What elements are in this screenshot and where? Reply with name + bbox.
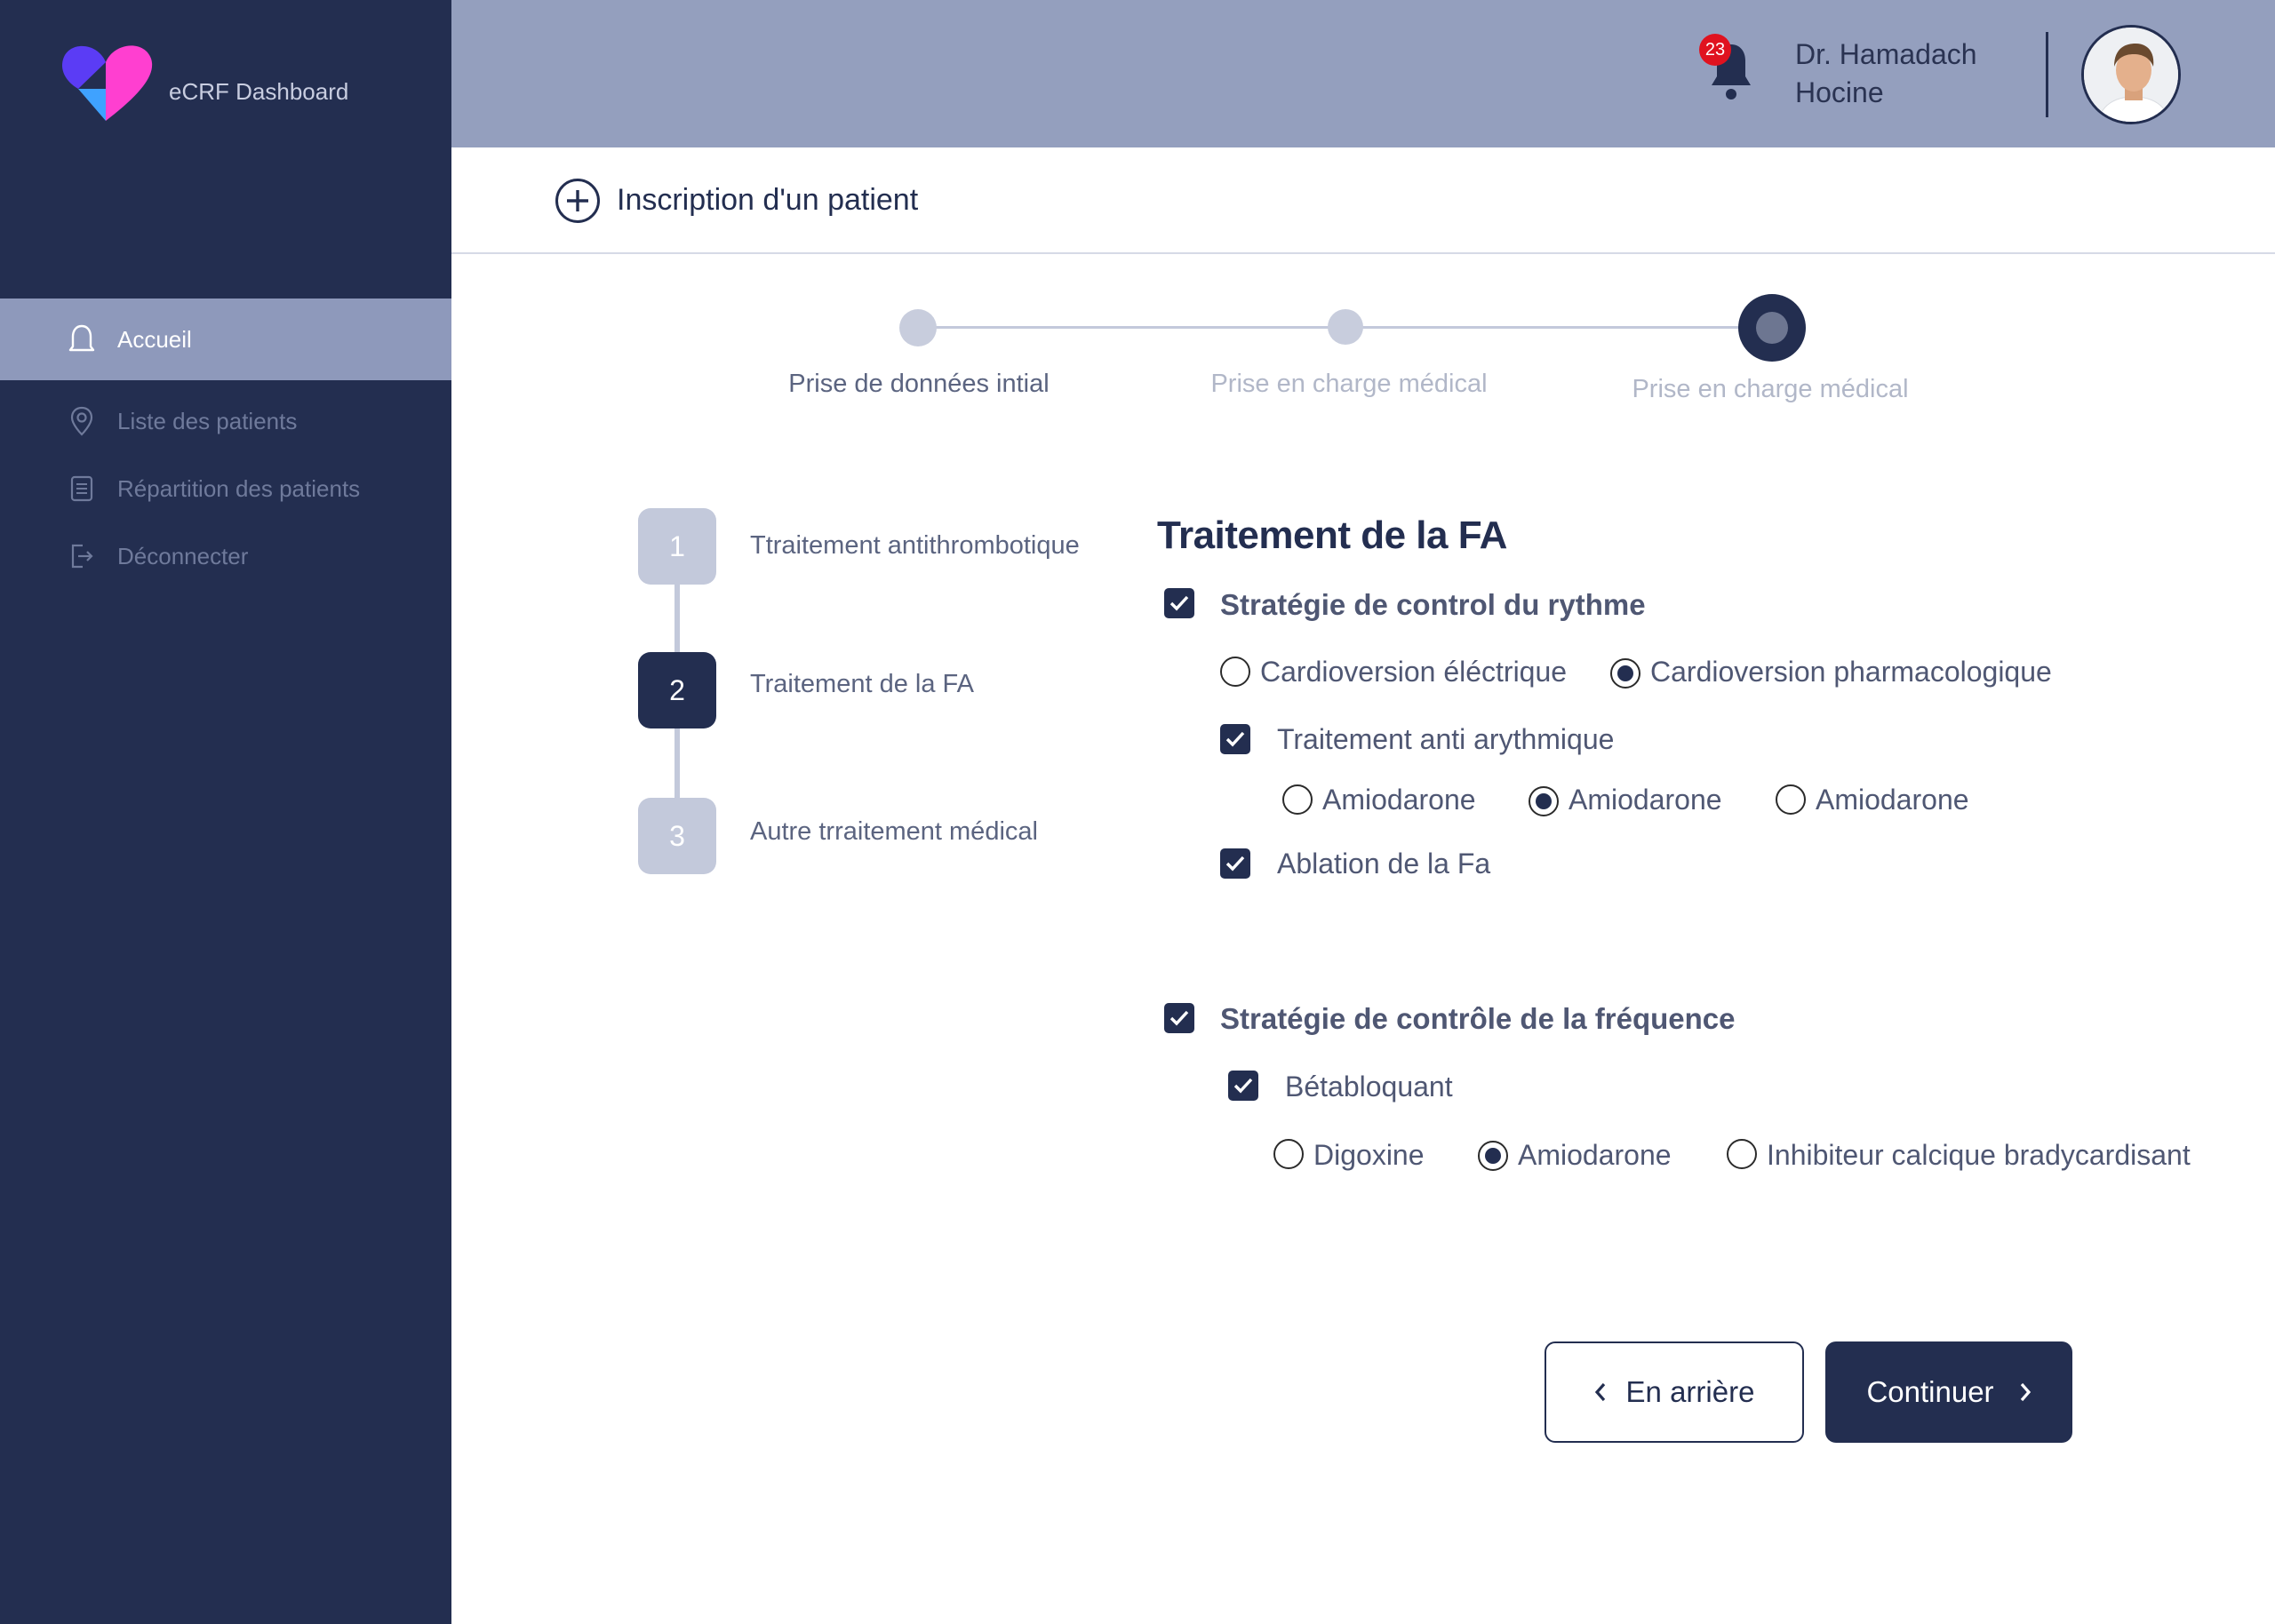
- checkmark-icon: [1225, 856, 1245, 872]
- bell-outline-icon: [64, 322, 100, 357]
- add-circle-icon[interactable]: [555, 178, 601, 224]
- anti-arrhythmic-option-1-radio[interactable]: [1282, 784, 1313, 815]
- amiodarone-frequency-radio[interactable]: [1478, 1141, 1508, 1171]
- continue-button[interactable]: Continuer: [1825, 1341, 2072, 1443]
- top-header: [451, 0, 2275, 147]
- substep-label-3[interactable]: Autre trraitement médical: [750, 817, 1038, 847]
- digoxine-radio[interactable]: [1273, 1139, 1304, 1169]
- cardioversion-electrique-label: Cardioversion éléctrique: [1260, 656, 1568, 688]
- back-button-label: En arrière: [1625, 1375, 1755, 1408]
- frequency-strategy-label: Stratégie de contrôle de la fréquence: [1220, 1002, 1736, 1035]
- user-name: Dr. Hamadach Hocine: [1795, 38, 1977, 108]
- anti-arrhythmic-checkbox[interactable]: [1220, 724, 1250, 754]
- sidebar-item-deconnecter[interactable]: Déconnecter: [0, 515, 451, 597]
- logout-icon: [64, 538, 100, 574]
- checkmark-icon: [1233, 1078, 1253, 1094]
- stepper-connector: [919, 326, 1345, 329]
- sidebar-item-label: Accueil: [117, 325, 192, 353]
- checkmark-icon: [1225, 731, 1245, 747]
- stepper-dot-3[interactable]: [1738, 294, 1806, 362]
- digoxine-label: Digoxine: [1313, 1139, 1425, 1171]
- cardioversion-pharmacologique-label: Cardioversion pharmacologique: [1650, 656, 2052, 688]
- header-divider: [2046, 32, 2048, 117]
- stepper-label-1: Prise de données intial: [788, 370, 1050, 398]
- chevron-left-icon: [1594, 1382, 1605, 1402]
- stepper-dot-1[interactable]: [899, 309, 937, 346]
- form-section-title: Traitement de la FA: [1157, 513, 1507, 557]
- sidebar-item-label: Déconnecter: [117, 542, 249, 569]
- document-list-icon: [64, 471, 100, 506]
- stepper-connector: [1345, 326, 1772, 329]
- user-avatar[interactable]: [2081, 25, 2181, 124]
- stepper-dot-inner: [1756, 312, 1788, 344]
- checkmark-icon: [1169, 595, 1189, 611]
- anti-arrhythmic-option-1-label: Amiodarone: [1322, 784, 1476, 816]
- beta-blocker-label: Bétabloquant: [1285, 1071, 1453, 1103]
- ablation-label: Ablation de la Fa: [1277, 848, 1491, 880]
- stepper-label-2: Prise en charge médical: [1210, 370, 1488, 398]
- substep-label-2[interactable]: Traitement de la FA: [750, 670, 974, 699]
- beta-blocker-checkbox[interactable]: [1228, 1071, 1258, 1101]
- back-button[interactable]: En arrière: [1545, 1341, 1804, 1443]
- substep-number-3[interactable]: 3: [638, 798, 716, 874]
- anti-arrhythmic-option-3-label: Amiodarone: [1816, 784, 1969, 816]
- anti-arrhythmic-option-2-radio[interactable]: [1529, 786, 1559, 816]
- rhythm-strategy-label: Stratégie de control du rythme: [1220, 588, 1646, 621]
- substep-number-2[interactable]: 2: [638, 652, 716, 728]
- ablation-checkbox[interactable]: [1220, 848, 1250, 879]
- amiodarone-frequency-label: Amiodarone: [1518, 1139, 1672, 1171]
- anti-arrhythmic-option-2-label: Amiodarone: [1569, 784, 1722, 816]
- stepper-label-3: Prise en charge médical: [1632, 375, 1909, 403]
- cardioversion-pharmacologique-radio[interactable]: [1610, 658, 1640, 689]
- substep-connector: [675, 727, 680, 798]
- continue-button-label: Continuer: [1866, 1375, 1994, 1408]
- app-name: eCRF Dashboard: [169, 78, 349, 105]
- sidebar-item-label: Répartition des patients: [117, 474, 361, 502]
- page-title-bar: Inscription d'un patient: [451, 147, 2275, 254]
- checkmark-icon: [1169, 1010, 1189, 1026]
- notification-badge: 23: [1699, 34, 1731, 66]
- page-title: Inscription d'un patient: [617, 183, 919, 217]
- chevron-right-icon: [2020, 1382, 2031, 1402]
- stepper-dot-2[interactable]: [1328, 309, 1363, 345]
- substep-number-1[interactable]: 1: [638, 508, 716, 585]
- anti-arrhythmic-option-3-radio[interactable]: [1776, 784, 1806, 815]
- cardioversion-electrique-radio[interactable]: [1220, 657, 1250, 687]
- heart-logo-icon: [61, 45, 153, 121]
- substep-label-1[interactable]: Ttraitement antithrombotique: [750, 531, 1080, 561]
- sidebar-item-label: Liste des patients: [117, 407, 298, 434]
- location-pin-icon: [64, 403, 100, 439]
- frequency-strategy-checkbox[interactable]: [1164, 1003, 1194, 1033]
- substep-connector: [675, 581, 680, 652]
- anti-arrhythmic-label: Traitement anti arythmique: [1277, 723, 1615, 755]
- sidebar-item-accueil[interactable]: Accueil: [0, 299, 451, 380]
- sidebar: eCRF Dashboard Accueil Liste des patient…: [0, 0, 451, 1624]
- rhythm-strategy-checkbox[interactable]: [1164, 588, 1194, 618]
- calcium-inhibitor-radio[interactable]: [1727, 1139, 1757, 1169]
- calcium-inhibitor-label: Inhibiteur calcique bradycardisant: [1767, 1139, 2191, 1171]
